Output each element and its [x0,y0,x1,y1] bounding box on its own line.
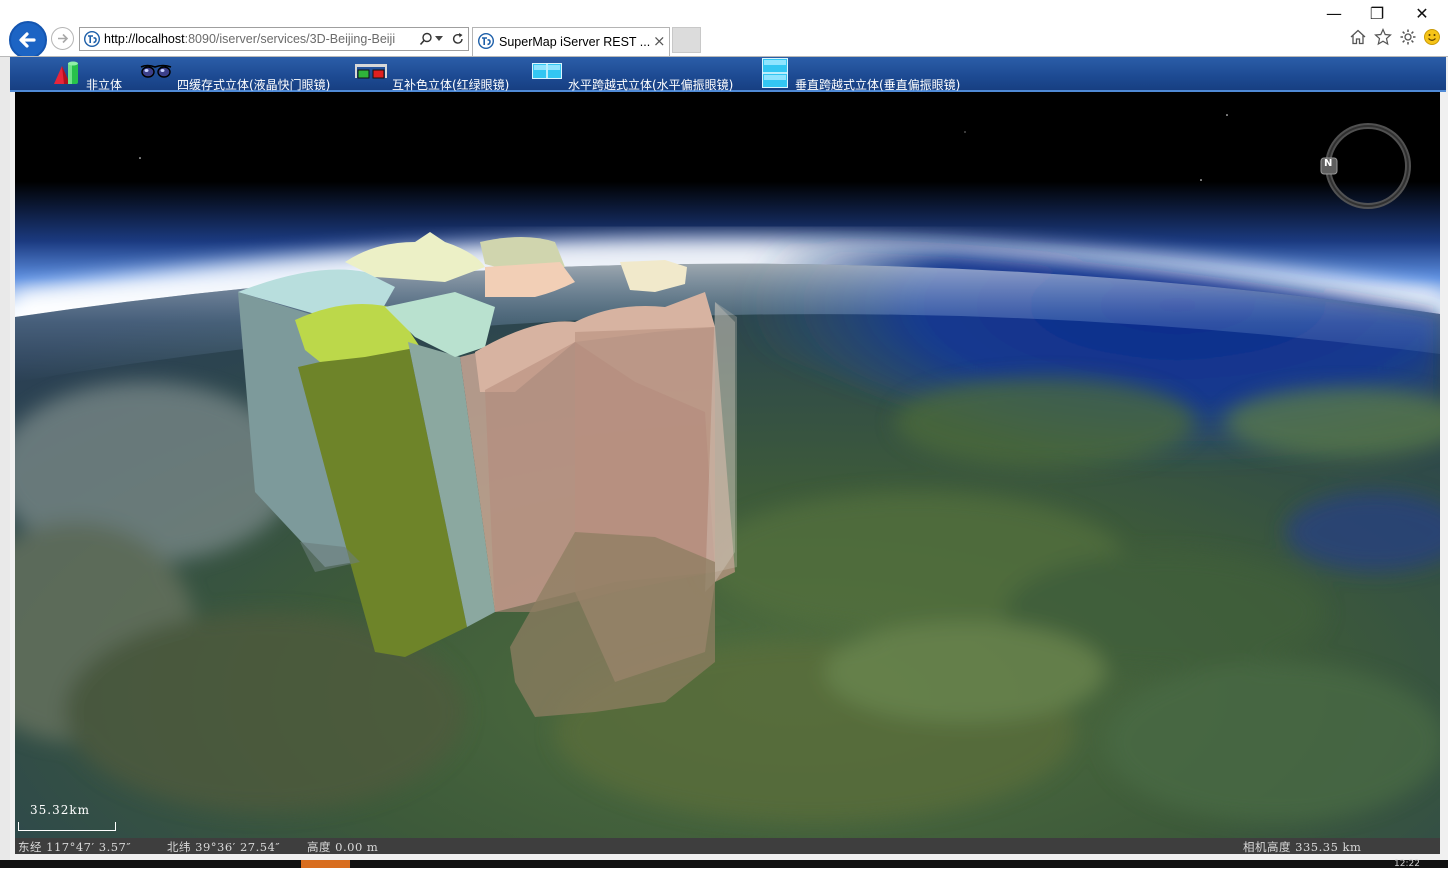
compass-north-label: N [1324,158,1333,169]
coordinate-status-bar: 东经 117°47′ 3.57″ 北纬 39°36′ 27.54″ 高度 0.0… [15,838,1440,854]
forward-arrow-icon [58,33,69,44]
red-green-glasses-icon [355,64,387,79]
shapes-3d-icon [54,61,78,84]
stereo-mode-toolbar: 非立体 四缓存式立体(液晶快门眼镜) 互补色立体(红绿眼镜) 水平跨越式立体(水… [10,57,1446,92]
toolbar-label: 垂直跨越式立体(垂直偏振眼镜) [795,78,961,92]
url-text[interactable]: http://localhost:8090/iserver/services/3… [104,32,418,46]
close-window-button[interactable]: ✕ [1407,4,1437,23]
refresh-icon[interactable] [450,31,466,47]
minimize-button[interactable]: — [1319,4,1349,23]
altitude-readout: 高度 0.00 m [307,840,379,854]
toolbar-item-non-stereo[interactable]: 非立体 [50,57,130,92]
toolbar-item-vertical-interlaced-stereo[interactable]: 垂直跨越式立体(垂直偏振眼镜) [761,57,976,92]
toolbar-item-quad-buffer-stereo[interactable]: 四缓存式立体(液晶快门眼镜) [138,57,343,92]
dropdown-icon[interactable] [435,36,443,42]
search-icon[interactable] [418,31,434,47]
taskbar-clock: 12:22 [1394,859,1420,869]
globe-scene-graphic [15,92,1440,838]
scale-bar [18,822,116,831]
tab-close-icon[interactable]: × [653,32,666,50]
supermap-favicon-icon [84,31,100,47]
tab-title: SuperMap iServer REST ... [499,35,651,49]
page-left-margin [0,57,10,860]
restore-button[interactable]: ❐ [1362,4,1392,23]
toolbar-label: 水平跨越式立体(水平偏振眼镜) [568,78,734,92]
3d-globe-viewport[interactable]: N [15,92,1440,838]
toolbar-item-horizontal-interlaced-stereo[interactable]: 水平跨越式立体(水平偏振眼镜) [531,57,751,92]
vertical-split-icon [762,58,788,88]
new-tab-button[interactable] [672,27,701,53]
toolbar-item-anaglyph-stereo[interactable]: 互补色立体(红绿眼镜) [354,57,524,92]
toolbar-label: 四缓存式立体(液晶快门眼镜) [177,78,331,92]
longitude-readout: 东经 117°47′ 3.57″ [18,840,132,854]
shutter-glasses-icon [140,64,172,78]
forward-button[interactable] [51,27,74,50]
back-arrow-icon [19,32,36,48]
url-path: :8090/iserver/services/3D-Beijing-Beiji [184,32,396,46]
supermap-favicon-icon [478,33,494,49]
taskbar-active-app[interactable] [301,860,350,868]
taskbar [0,860,1448,868]
toolbar-label: 非立体 [86,78,123,92]
browser-chrome: http://localhost:8090/iserver/services/3… [0,0,1448,59]
horizontal-split-icon [532,63,562,79]
favorites-star-icon[interactable] [1374,28,1392,46]
url-host: http://localhost [104,32,185,46]
camera-height-readout: 相机高度 335.35 km [1243,840,1362,854]
address-bar[interactable]: http://localhost:8090/iserver/services/3… [79,27,469,51]
smiley-feedback-icon[interactable] [1423,28,1441,46]
back-button[interactable] [9,21,47,59]
toolbar-label: 互补色立体(红绿眼镜) [392,78,510,92]
settings-gear-icon[interactable] [1399,28,1417,46]
browser-tab[interactable]: SuperMap iServer REST ... × [472,27,670,56]
home-icon[interactable] [1349,28,1367,46]
scale-bar-label: 35.32km [30,803,91,817]
latitude-readout: 北纬 39°36′ 27.54″ [167,840,281,854]
